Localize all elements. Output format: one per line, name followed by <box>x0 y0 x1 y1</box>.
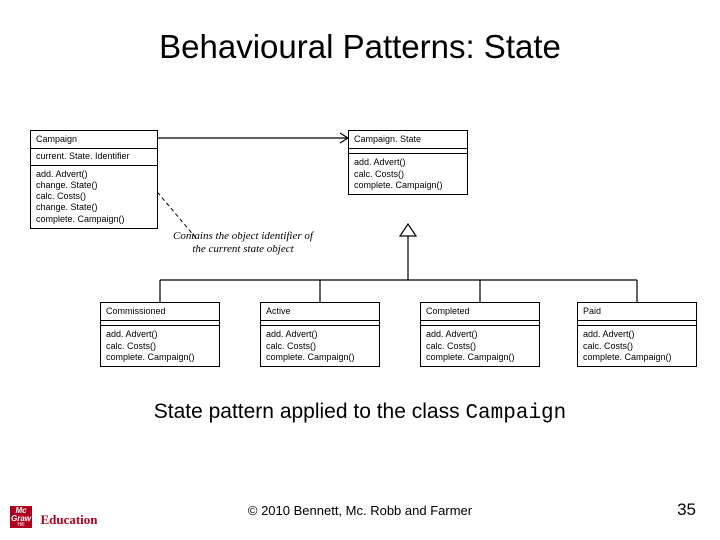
page-number: 35 <box>677 500 696 520</box>
caption-classname: Campaign <box>465 402 566 425</box>
uml-class-campaign: Campaign current. State. Identifier add.… <box>30 130 158 229</box>
caption-prefix: State pattern applied to the class <box>154 400 466 423</box>
uml-class-ops: add. Advert()calc. Costs()complete. Camp… <box>421 326 539 366</box>
uml-class-name: Active <box>261 303 379 321</box>
uml-class-attrs: current. State. Identifier <box>31 149 157 165</box>
uml-class-ops: add. Advert()calc. Costs()complete. Camp… <box>261 326 379 366</box>
logo-square: Mc Graw Hill <box>10 506 32 528</box>
uml-class-name: Commissioned <box>101 303 219 321</box>
uml-class-campaignstate: Campaign. State add. Advert()calc. Costs… <box>348 130 468 195</box>
diagram-note: Contains the object identifier of the cu… <box>168 230 318 255</box>
slide-title: Behavioural Patterns: State <box>0 0 720 86</box>
uml-class-name: Campaign <box>31 131 157 149</box>
logo-line3: Hill <box>18 523 25 528</box>
uml-class-commissioned: Commissioned add. Advert()calc. Costs()c… <box>100 302 220 367</box>
uml-class-ops: add. Advert()calc. Costs()complete. Camp… <box>578 326 696 366</box>
publisher-logo: Mc Graw Hill Education <box>10 506 102 534</box>
uml-class-ops: add. Advert()calc. Costs()complete. Camp… <box>349 154 467 194</box>
uml-class-name: Campaign. State <box>349 131 467 149</box>
slide-caption: State pattern applied to the class Campa… <box>0 400 720 425</box>
uml-class-name: Paid <box>578 303 696 321</box>
uml-class-ops: add. Advert()calc. Costs()complete. Camp… <box>101 326 219 366</box>
uml-class-ops: add. Advert()change. State()calc. Costs(… <box>31 166 157 228</box>
uml-diagram: Campaign current. State. Identifier add.… <box>20 130 700 390</box>
uml-class-completed: Completed add. Advert()calc. Costs()comp… <box>420 302 540 367</box>
copyright-text: © 2010 Bennett, Mc. Robb and Farmer <box>0 503 720 518</box>
uml-class-active: Active add. Advert()calc. Costs()complet… <box>260 302 380 367</box>
uml-class-paid: Paid add. Advert()calc. Costs()complete.… <box>577 302 697 367</box>
uml-class-name: Completed <box>421 303 539 321</box>
logo-word: Education <box>40 512 97 528</box>
